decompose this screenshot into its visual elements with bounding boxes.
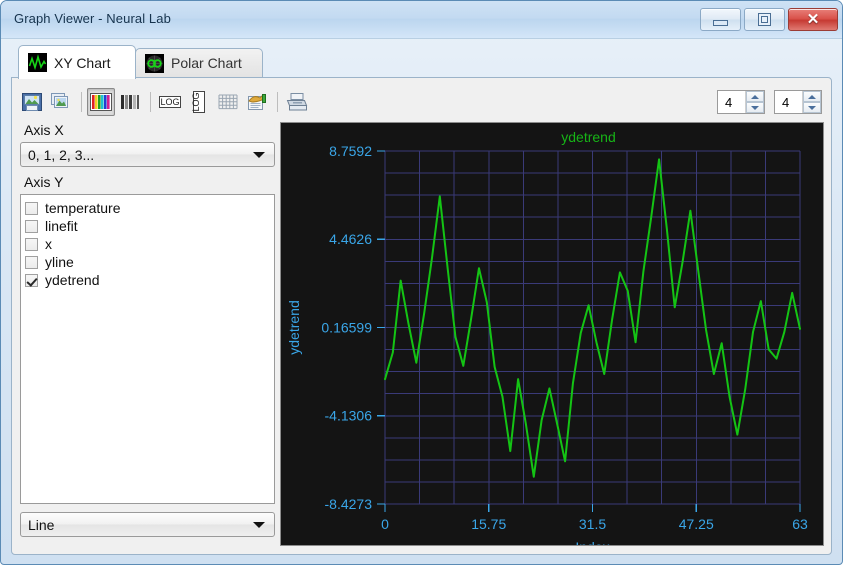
spinner-left-value[interactable]: 4 [718,91,745,113]
toolbar-separator [81,92,82,112]
svg-text:LOG: LOG [191,92,201,111]
color-bars-icon [90,93,112,111]
tab-polar-chart-label: Polar Chart [171,55,242,71]
minimize-icon [713,19,728,26]
log-y-icon: LOG [191,91,205,113]
axis-x-combobox[interactable]: 0, 1, 2, 3... [20,142,275,167]
svg-text:Index: Index [575,539,609,545]
svg-text:63: 63 [792,516,808,532]
chevron-up-icon [808,94,816,99]
svg-text:LOG: LOG [160,97,179,107]
tab-xy-chart-label: XY Chart [54,54,111,71]
save-image-button[interactable] [18,88,46,116]
toolbar-separator [277,92,278,112]
grid-icon [218,94,238,110]
title-bar: Graph Viewer - Neural Lab ✕ [1,1,842,39]
toolbar-separator [150,92,151,112]
tab-polar-chart[interactable]: Polar Chart [135,48,263,77]
chevron-down-icon [808,105,816,110]
svg-text:-4.1306: -4.1306 [325,408,373,424]
minimize-button[interactable] [700,8,741,31]
spinner-left[interactable]: 4 [717,90,765,114]
list-item-label: yline [45,254,74,270]
legend-button[interactable] [243,88,271,116]
list-item-temperature[interactable]: temperature [25,199,274,217]
checkbox-linefit[interactable] [25,219,38,233]
svg-text:15.75: 15.75 [471,516,506,532]
polar-chart-icon [145,53,164,73]
legend-icon [248,94,266,110]
spinner-left-down-button[interactable] [746,102,764,113]
gray-bars-button[interactable] [116,88,144,116]
color-bars-button[interactable] [87,88,115,116]
log-y-button[interactable]: LOG [185,88,213,116]
close-icon: ✕ [806,11,820,28]
chevron-down-icon [751,105,759,110]
axis-y-label: Axis Y [24,174,64,190]
spinner-right-down-button[interactable] [803,102,821,113]
tab-strip: Polar Chart XY Chart [11,45,834,79]
print-icon [286,93,308,111]
restore-button[interactable] [744,8,785,31]
plot-type-combobox[interactable]: Line [20,512,275,537]
chart-toolbar: LOG LOG 4 4 [12,86,831,118]
list-item-label: linefit [45,218,78,234]
axis-x-label: Axis X [24,122,64,138]
spinner-right-up-button[interactable] [803,91,821,102]
graph-viewer-window: Graph Viewer - Neural Lab ✕ Polar Chart … [0,0,843,565]
list-item-label: ydetrend [45,272,100,288]
svg-text:-8.4273: -8.4273 [325,496,373,512]
copy-image-button[interactable] [47,88,75,116]
spinner-right-value[interactable]: 4 [775,91,802,113]
axis-y-listbox[interactable]: temperature linefit x yline ydetrend [20,194,275,504]
spinner-right[interactable]: 4 [774,90,822,114]
checkbox-temperature[interactable] [25,201,38,215]
gray-bars-icon [121,95,139,109]
xy-chart-icon [28,53,47,72]
chevron-up-icon [751,94,759,99]
svg-text:47.25: 47.25 [679,516,714,532]
xy-chart-plot: 8.7592 4.4626 0.16599 -4.1306 -8.4273 0 15.75 3… [281,123,823,545]
plot-type-value: Line [28,516,55,533]
spinner-left-arrows [745,91,764,113]
svg-text:ydetrend: ydetrend [561,129,615,145]
list-item-linefit[interactable]: linefit [25,217,274,235]
save-image-icon [22,93,42,111]
svg-text:0: 0 [381,516,389,532]
tab-xy-chart[interactable]: XY Chart [18,45,136,79]
restore-icon [758,13,771,26]
close-button[interactable]: ✕ [788,8,838,31]
log-x-icon: LOG [159,96,181,108]
window-title: Graph Viewer - Neural Lab [14,11,171,26]
svg-text:ydetrend: ydetrend [286,300,302,354]
list-item-yline[interactable]: yline [25,253,274,271]
list-item-label: x [45,236,52,252]
window-controls: ✕ [700,8,838,31]
spinner-left-up-button[interactable] [746,91,764,102]
checkbox-yline[interactable] [25,255,38,269]
series-panel: Axis X 0, 1, 2, 3... Axis Y temperature … [20,122,276,546]
svg-text:31.5: 31.5 [579,516,606,532]
chevron-down-icon [253,151,265,158]
grid-button[interactable] [214,88,242,116]
svg-text:4.4626: 4.4626 [329,231,372,247]
list-item-label: temperature [45,200,121,216]
list-item-ydetrend[interactable]: ydetrend [25,271,274,289]
spinner-right-arrows [802,91,821,113]
svg-text:8.7592: 8.7592 [329,143,372,159]
axis-x-value: 0, 1, 2, 3... [28,146,95,163]
log-x-button[interactable]: LOG [156,88,184,116]
list-item-x[interactable]: x [25,235,274,253]
tab-panel-xy-chart: LOG LOG 4 4 Axis X 0, 1, 2, 3... Axis Y … [11,77,832,555]
chevron-down-icon [253,521,265,528]
copy-image-icon [51,93,68,108]
chart-canvas[interactable]: 8.7592 4.4626 0.16599 -4.1306 -8.4273 0 15.75 3… [280,122,824,546]
checkbox-ydetrend[interactable] [25,273,38,287]
checkbox-x[interactable] [25,237,38,251]
print-button[interactable] [283,88,311,116]
svg-text:0.16599: 0.16599 [321,319,372,335]
